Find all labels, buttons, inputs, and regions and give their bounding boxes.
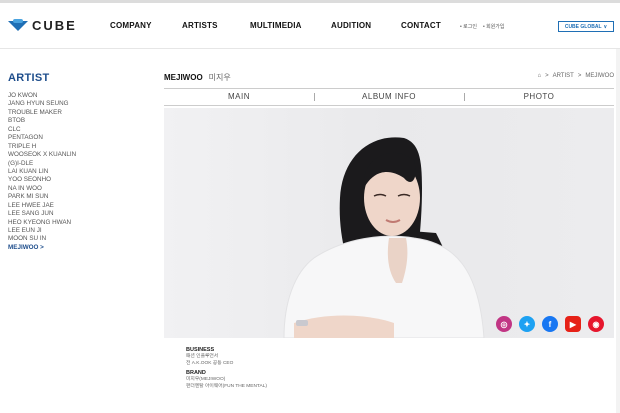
sidebar-item[interactable]: JANG HYUN SEUNG: [8, 100, 158, 108]
page-title: MEJIWOO 미지우: [164, 72, 231, 83]
page-header: MEJIWOO 미지우 ⌂ > ARTIST > MEJIWOO: [164, 72, 614, 86]
facebook-icon[interactable]: f: [542, 316, 558, 332]
nav-audition[interactable]: AUDITION: [331, 21, 371, 30]
brand-title: BRAND: [186, 370, 206, 376]
nav-multimedia[interactable]: MULTIMEDIA: [250, 21, 302, 30]
cube-logo[interactable]: CUBE: [8, 18, 77, 33]
weibo-icon[interactable]: ◉: [588, 316, 604, 332]
sidebar-item[interactable]: WOOSEOK X KUANLIN: [8, 151, 158, 159]
twitter-icon[interactable]: ✦: [519, 316, 535, 332]
sidebar-item-active[interactable]: MEJIWOO >: [8, 244, 158, 252]
sidebar-item[interactable]: HEO KYEONG HWAN: [8, 219, 158, 227]
cube-logo-icon: [8, 18, 28, 33]
instagram-icon[interactable]: ◎: [496, 316, 512, 332]
home-icon[interactable]: ⌂: [537, 73, 541, 79]
breadcrumb-current: MEJIWOO: [585, 73, 614, 79]
login-link[interactable]: • 로그인: [460, 23, 477, 30]
sidebar-item[interactable]: LEE SANG JUN: [8, 210, 158, 218]
sidebar-title: ARTIST: [8, 72, 50, 84]
util-links: • 로그인 • 회원가입: [460, 23, 505, 30]
logo-text: CUBE: [32, 18, 77, 33]
artist-portrait-illustration: [283, 137, 485, 338]
sidebar-item[interactable]: MOON SU IN: [8, 235, 158, 243]
brand-block: BRAND 미지우(MEJIWOO) 펀더멘탈 아이웨어(FUN THE MEN…: [186, 370, 386, 390]
business-line: 전 A.K.OOK 공동 CEO: [186, 360, 234, 366]
brand-line: 펀더멘탈 아이웨어(FUN THE MENTAL): [186, 383, 267, 389]
signup-link[interactable]: • 회원가입: [483, 23, 505, 30]
sidebar-item[interactable]: YOO SEONHO: [8, 176, 158, 184]
sidebar-item[interactable]: LAI KUAN LIN: [8, 168, 158, 176]
social-links: ◎ ✦ f ▶ ◉: [496, 316, 604, 332]
cube-global-select[interactable]: CUBE GLOBAL ∨: [558, 21, 614, 32]
artist-tabs: MAIN ALBUM INFO PHOTO: [164, 88, 614, 106]
sidebar-item[interactable]: LEE EUN JI: [8, 227, 158, 235]
sidebar-item[interactable]: (G)I-DLE: [8, 160, 158, 168]
artist-name-kr: 미지우: [208, 73, 231, 82]
breadcrumb-artist[interactable]: ARTIST: [553, 73, 574, 79]
sidebar-item[interactable]: JO KWON: [8, 92, 158, 100]
site-header: CUBE COMPANY ARTISTS MULTIMEDIA AUDITION…: [0, 3, 620, 49]
sidebar-item[interactable]: NA IN WOO: [8, 185, 158, 193]
tab-main[interactable]: MAIN: [164, 89, 314, 105]
nav-contact[interactable]: CONTACT: [401, 21, 441, 30]
artist-photo: ◎ ✦ f ▶ ◉: [164, 108, 614, 338]
artist-sidebar: ARTIST JO KWON JANG HYUN SEUNG TROUBLE M…: [8, 72, 158, 252]
sidebar-item[interactable]: LEE HWEE JAE: [8, 202, 158, 210]
breadcrumb-separator: >: [545, 73, 549, 79]
artist-info: BUSINESS 패션 인플루언서 전 A.K.OOK 공동 CEO BRAND…: [186, 347, 386, 393]
nav-company[interactable]: COMPANY: [110, 21, 152, 30]
artist-list: JO KWON JANG HYUN SEUNG TROUBLE MAKER BT…: [8, 92, 158, 252]
sidebar-item[interactable]: TRIPLE H: [8, 143, 158, 151]
sidebar-item[interactable]: TROUBLE MAKER: [8, 109, 158, 117]
nav-artists[interactable]: ARTISTS: [182, 21, 218, 30]
global-label: CUBE GLOBAL: [564, 23, 602, 30]
sidebar-item[interactable]: PARK MI SUN: [8, 193, 158, 201]
artist-name: MEJIWOO: [164, 73, 203, 82]
sidebar-item[interactable]: PENTAGON: [8, 134, 158, 142]
sidebar-item[interactable]: BTOB: [8, 117, 158, 125]
tab-photo[interactable]: PHOTO: [464, 89, 614, 105]
business-title: BUSINESS: [186, 347, 215, 353]
sidebar-item[interactable]: CLC: [8, 126, 158, 134]
tab-album-info[interactable]: ALBUM INFO: [314, 89, 464, 105]
scrollbar[interactable]: [616, 49, 620, 413]
breadcrumb: ⌂ > ARTIST > MEJIWOO: [537, 73, 614, 79]
breadcrumb-separator: >: [577, 73, 582, 79]
chevron-down-icon: ∨: [603, 23, 608, 30]
youtube-icon[interactable]: ▶: [565, 316, 581, 332]
business-block: BUSINESS 패션 인플루언서 전 A.K.OOK 공동 CEO: [186, 347, 386, 367]
